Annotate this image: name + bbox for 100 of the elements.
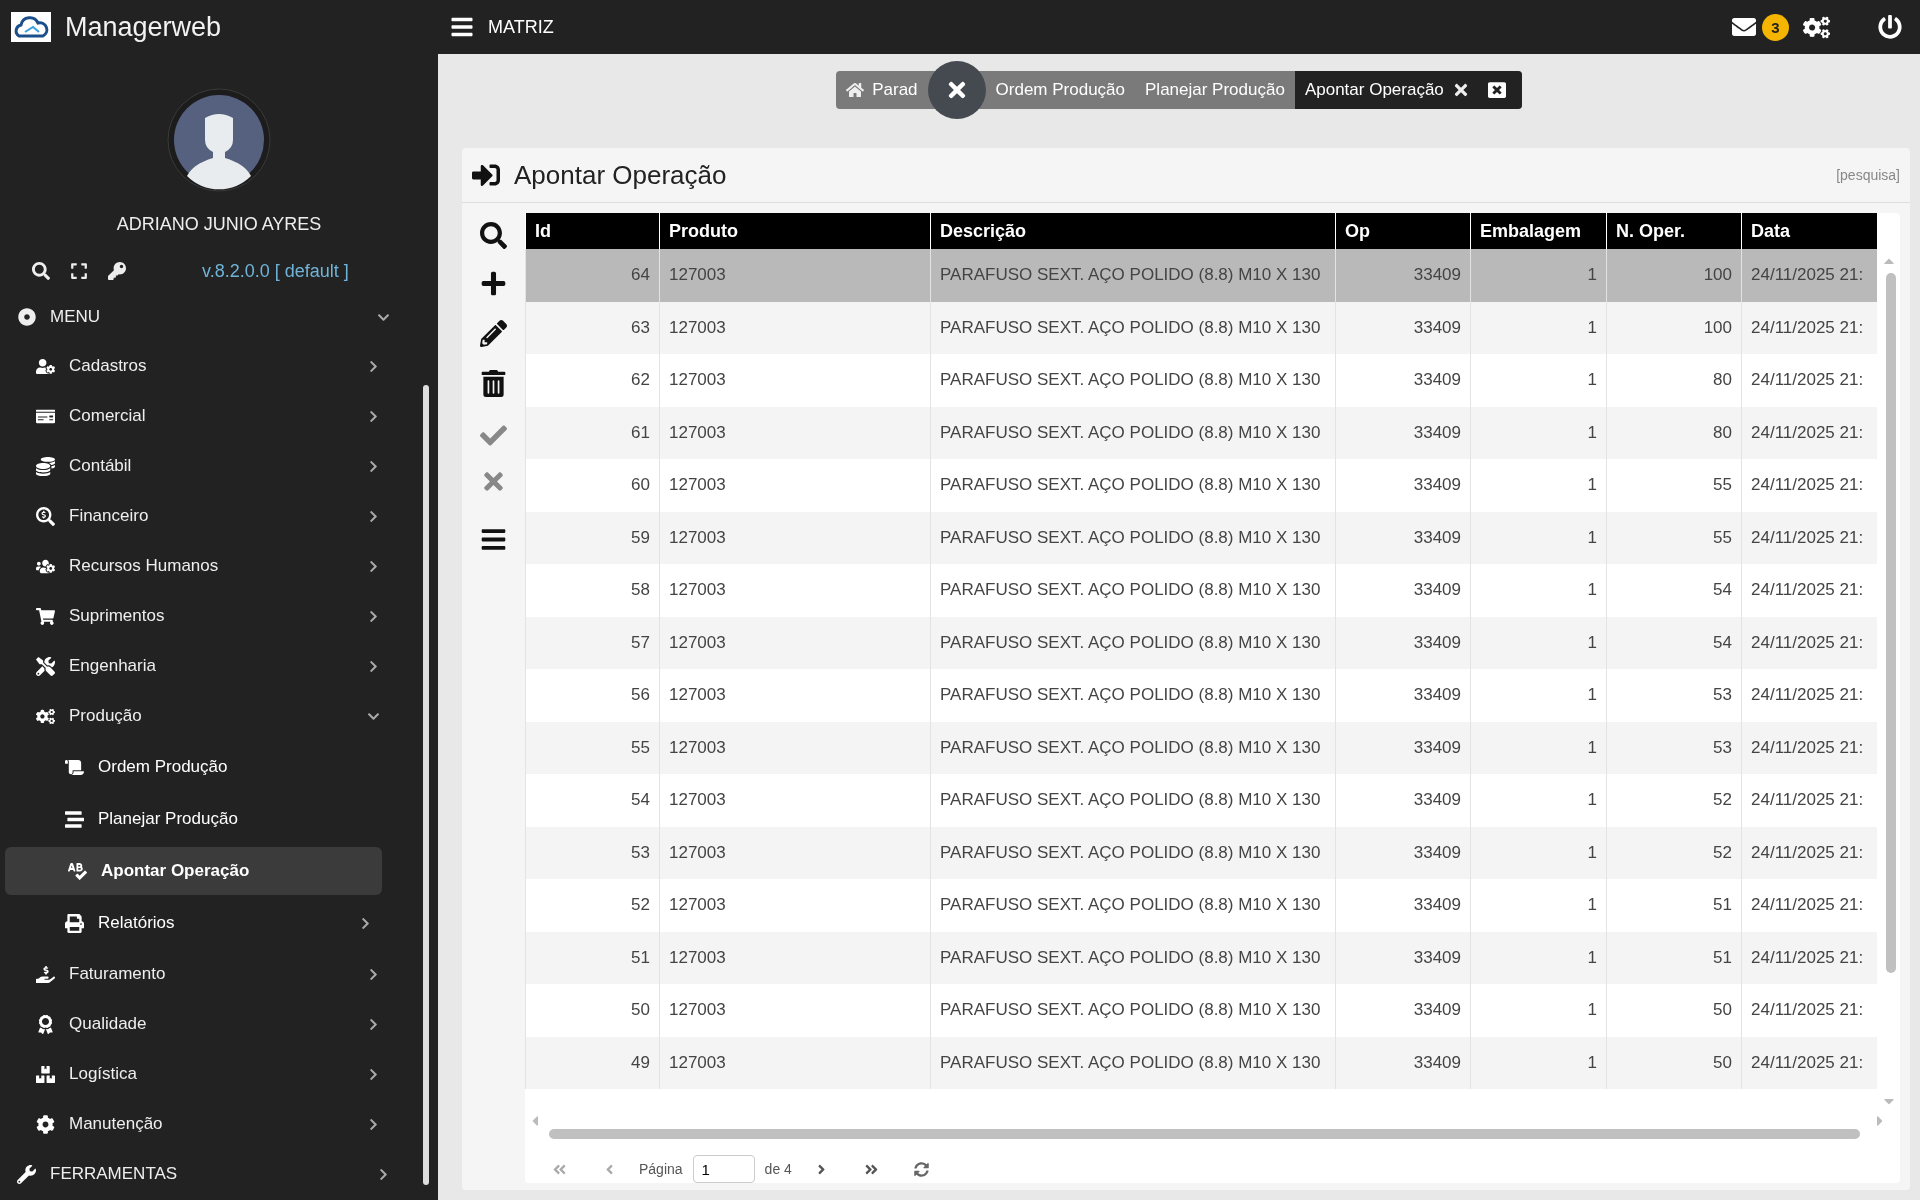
chevron-right-icon (367, 509, 380, 523)
menu-item[interactable]: Qualidade (0, 999, 438, 1049)
table-cell: 55 (1606, 459, 1742, 512)
column-header[interactable]: Embalagem (1470, 213, 1607, 249)
app-name: Managerweb (65, 11, 222, 43)
menu-item[interactable]: Contábil (0, 441, 438, 491)
table-row[interactable]: 63 127003 PARAFUSO SEXT. AÇO POLIDO (8.8) M10 X 130 33409 1 100 24/11/2025 21: (525, 301, 1877, 354)
column-header[interactable]: Id (525, 213, 660, 249)
notification-badge: 3 (1762, 13, 1789, 41)
menu-item[interactable]: Cadastros (0, 341, 438, 391)
table-row[interactable]: 64 127003 PARAFUSO SEXT. AÇO POLIDO (8.8) M10 X 130 33409 1 100 24/11/2025 21: (525, 249, 1877, 302)
table-row[interactable]: 54 127003 PARAFUSO SEXT. AÇO POLIDO (8.8) M10 X 130 33409 1 52 24/11/2025 21: (525, 774, 1877, 827)
table-cell: 1 (1470, 984, 1607, 1037)
table-cell: 33409 (1335, 669, 1471, 722)
table-cell: PARAFUSO SEXT. AÇO POLIDO (8.8) M10 X 130 (930, 354, 1336, 407)
window-close-icon (1487, 81, 1506, 99)
submenu-item[interactable]: Relatórios (5, 897, 382, 949)
table-cell: 50 (1606, 984, 1742, 1037)
table-row[interactable]: 57 127003 PARAFUSO SEXT. AÇO POLIDO (8.8) M10 X 130 33409 1 54 24/11/2025 21: (525, 616, 1877, 669)
table-cell: PARAFUSO SEXT. AÇO POLIDO (8.8) M10 X 130 (930, 669, 1336, 722)
table-cell: 52 (1606, 774, 1742, 827)
breadcrumb-tab[interactable]: Parad (836, 71, 928, 109)
chevron-right-icon (377, 1167, 390, 1181)
column-header[interactable]: N. Oper. (1606, 213, 1742, 249)
table-cell: 127003 (659, 879, 931, 932)
table-cell: 50 (1606, 1036, 1742, 1089)
plus-icon (480, 269, 507, 297)
table-row[interactable]: 61 127003 PARAFUSO SEXT. AÇO POLIDO (8.8) M10 X 130 33409 1 80 24/11/2025 21: (525, 406, 1877, 459)
version-label: v.8.2.0.0 [ default ] (202, 260, 349, 282)
table-cell: 54 (1606, 564, 1742, 617)
menu-item[interactable]: Engenharia (0, 641, 438, 691)
table-cell: 56 (525, 669, 660, 722)
envelope-icon[interactable] (1732, 15, 1756, 39)
menu-item[interactable]: FERRAMENTAS (0, 1149, 438, 1199)
column-header[interactable]: Produto (659, 213, 931, 249)
search-icon[interactable] (32, 262, 50, 280)
chevron-right-icon (367, 559, 380, 573)
menu-item[interactable]: Produção (0, 691, 438, 741)
table-row[interactable]: 49 127003 PARAFUSO SEXT. AÇO POLIDO (8.8) M10 X 130 33409 1 50 24/11/2025 21: (525, 1036, 1877, 1089)
search-dollar-icon (33, 506, 57, 526)
fullscreen-icon[interactable] (70, 262, 88, 280)
table-cell: 33409 (1335, 984, 1471, 1037)
column-header[interactable]: Data (1741, 213, 1877, 249)
table-cell: PARAFUSO SEXT. AÇO POLIDO (8.8) M10 X 130 (930, 1036, 1336, 1089)
table-cell: 60 (525, 459, 660, 512)
hand-dollar-icon (33, 964, 57, 984)
menu-item[interactable]: Logística (0, 1049, 438, 1099)
menu-header[interactable]: MENU (0, 293, 438, 341)
table-cell: 64 (525, 249, 660, 302)
chevron-right-icon (367, 409, 380, 423)
table-cell: 24/11/2025 21: (1741, 354, 1877, 407)
tools-icon (33, 656, 57, 676)
table-cell: 1 (1470, 459, 1607, 512)
pencil-icon (480, 319, 507, 347)
table-cell: 127003 (659, 459, 931, 512)
close-all-button[interactable] (1479, 71, 1522, 109)
table-row[interactable]: 50 127003 PARAFUSO SEXT. AÇO POLIDO (8.8) M10 X 130 33409 1 50 24/11/2025 21: (525, 984, 1877, 1037)
panel-title: Apontar Operação (514, 159, 727, 191)
table-row[interactable]: 51 127003 PARAFUSO SEXT. AÇO POLIDO (8.8) M10 X 130 33409 1 51 24/11/2025 21: (525, 931, 1877, 984)
table-cell: 54 (525, 774, 660, 827)
table-row[interactable]: 52 127003 PARAFUSO SEXT. AÇO POLIDO (8.8) M10 X 130 33409 1 51 24/11/2025 21: (525, 879, 1877, 932)
table-cell: 100 (1606, 249, 1742, 302)
wrench-icon (14, 1164, 38, 1184)
table-cell: 24/11/2025 21: (1741, 249, 1877, 302)
chevron-right-icon (367, 459, 380, 473)
close-button[interactable] (927, 61, 986, 119)
search-icon (480, 221, 507, 249)
menu-item[interactable]: Financeiro (0, 491, 438, 541)
menu-item[interactable]: Recursos Humanos (0, 541, 438, 591)
menu-item[interactable]: Faturamento (0, 949, 438, 999)
table-row[interactable]: 53 127003 PARAFUSO SEXT. AÇO POLIDO (8.8) M10 X 130 33409 1 52 24/11/2025 21: (525, 826, 1877, 879)
company-name: MATRIZ (488, 16, 554, 38)
boxes-icon (33, 1064, 57, 1084)
menu-item[interactable]: Comercial (0, 391, 438, 441)
menu-item[interactable]: Suprimentos (0, 591, 438, 641)
home-icon (846, 81, 865, 99)
table-row[interactable]: 59 127003 PARAFUSO SEXT. AÇO POLIDO (8.8) M10 X 130 33409 1 55 24/11/2025 21: (525, 511, 1877, 564)
table-row[interactable]: 58 127003 PARAFUSO SEXT. AÇO POLIDO (8.8) M10 X 130 33409 1 54 24/11/2025 21: (525, 564, 1877, 617)
power-icon[interactable] (1878, 15, 1902, 39)
table-cell: 58 (525, 564, 660, 617)
submenu-item[interactable]: Apontar Operação (5, 847, 382, 895)
submenu-item[interactable]: Ordem Produção (5, 741, 382, 793)
menu-item[interactable]: Manutenção (0, 1099, 438, 1149)
table-row[interactable]: 56 127003 PARAFUSO SEXT. AÇO POLIDO (8.8) M10 X 130 33409 1 53 24/11/2025 21: (525, 669, 1877, 722)
table-cell: PARAFUSO SEXT. AÇO POLIDO (8.8) M10 X 130 (930, 879, 1336, 932)
column-header[interactable]: Op (1335, 213, 1471, 249)
table-cell: 1 (1470, 564, 1607, 617)
chevron-right-icon (367, 659, 380, 673)
breadcrumb-tab[interactable]: Ordem Produção (985, 71, 1135, 109)
column-header[interactable]: Descrição (930, 213, 1336, 249)
table-row[interactable]: 62 127003 PARAFUSO SEXT. AÇO POLIDO (8.8) M10 X 130 33409 1 80 24/11/2025 21: (525, 354, 1877, 407)
page-field[interactable]: 1 (692, 1155, 755, 1183)
table-row[interactable]: 60 127003 PARAFUSO SEXT. AÇO POLIDO (8.8) M10 X 130 33409 1 55 24/11/2025 21: (525, 459, 1877, 512)
key-icon[interactable] (108, 262, 126, 280)
table-cell: 53 (1606, 669, 1742, 722)
table-row[interactable]: 55 127003 PARAFUSO SEXT. AÇO POLIDO (8.8) M10 X 130 33409 1 53 24/11/2025 21: (525, 721, 1877, 774)
refresh-icon (914, 1161, 930, 1177)
breadcrumb-tab[interactable]: Apontar Operação (1294, 71, 1480, 109)
submenu-item[interactable]: Planejar Produção (5, 793, 382, 845)
breadcrumb-tab[interactable]: Planejar Produção (1135, 71, 1295, 109)
